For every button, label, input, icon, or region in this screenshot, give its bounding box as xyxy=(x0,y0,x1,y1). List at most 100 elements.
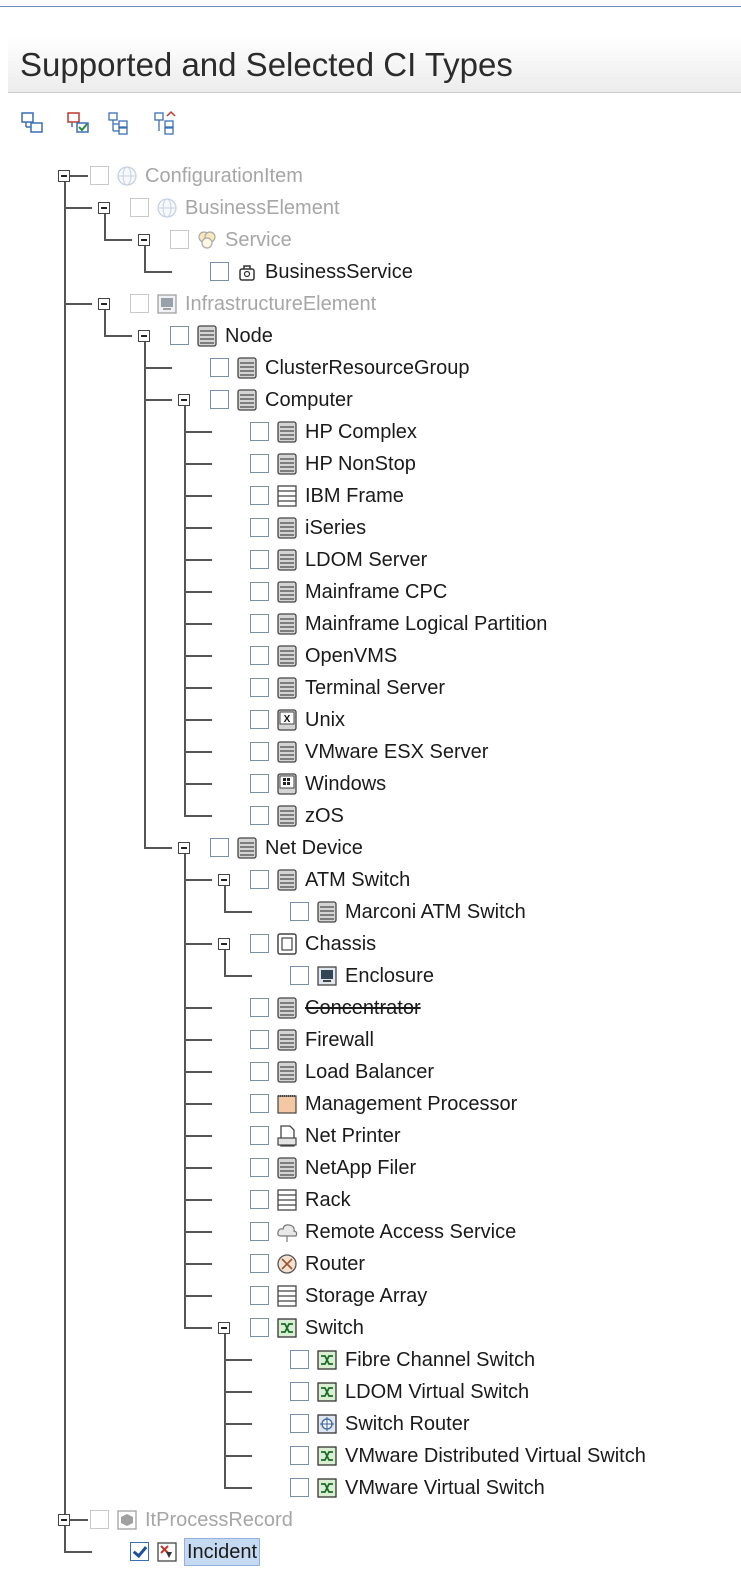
node-checkbox[interactable] xyxy=(250,774,269,793)
node-label[interactable]: Switch Router xyxy=(345,1411,470,1437)
node-label[interactable]: Windows xyxy=(305,771,386,797)
node-checkbox[interactable] xyxy=(250,1222,269,1241)
node-checkbox[interactable] xyxy=(290,1350,309,1369)
node-label[interactable]: IBM Frame xyxy=(305,483,404,509)
collapse-toggle-icon[interactable] xyxy=(98,202,110,214)
node-checkbox[interactable] xyxy=(250,934,269,953)
node-checkbox[interactable] xyxy=(290,902,309,921)
node-label[interactable]: ATM Switch xyxy=(305,867,410,893)
node-label[interactable]: Mainframe Logical Partition xyxy=(305,611,547,637)
node-checkbox[interactable] xyxy=(170,326,189,345)
node-label[interactable]: Terminal Server xyxy=(305,675,445,701)
node-checkbox[interactable] xyxy=(250,678,269,697)
node-checkbox[interactable] xyxy=(250,998,269,1017)
node-label[interactable]: InfrastructureElement xyxy=(185,291,376,317)
node-checkbox[interactable] xyxy=(290,966,309,985)
node-checkbox[interactable] xyxy=(250,742,269,761)
node-label[interactable]: HP NonStop xyxy=(305,451,416,477)
node-label[interactable]: Computer xyxy=(265,387,353,413)
node-label[interactable]: Remote Access Service xyxy=(305,1219,516,1245)
node-label[interactable]: Incident xyxy=(183,1538,261,1566)
collapse-toggle-icon[interactable] xyxy=(218,874,230,886)
node-checkbox[interactable] xyxy=(250,1158,269,1177)
node-label[interactable]: ConfigurationItem xyxy=(145,163,303,189)
node-label[interactable]: BusinessElement xyxy=(185,195,340,221)
node-label[interactable]: Enclosure xyxy=(345,963,434,989)
node-label[interactable]: iSeries xyxy=(305,515,366,541)
node-checkbox[interactable] xyxy=(210,358,229,377)
collapse-toggle-icon[interactable] xyxy=(218,938,230,950)
collapse-toggle-icon[interactable] xyxy=(178,842,190,854)
node-label[interactable]: Switch xyxy=(305,1315,364,1341)
node-checkbox[interactable] xyxy=(250,870,269,889)
node-label[interactable]: NetApp Filer xyxy=(305,1155,416,1181)
node-checkbox[interactable] xyxy=(250,646,269,665)
node-label[interactable]: Fibre Channel Switch xyxy=(345,1347,535,1373)
node-label[interactable]: ClusterResourceGroup xyxy=(265,355,470,381)
node-checkbox[interactable] xyxy=(210,838,229,857)
node-label[interactable]: Marconi ATM Switch xyxy=(345,899,526,925)
node-label[interactable]: Mainframe CPC xyxy=(305,579,447,605)
node-label[interactable]: Firewall xyxy=(305,1027,374,1053)
node-checkbox[interactable] xyxy=(130,1542,149,1561)
collapse-toggle-icon[interactable] xyxy=(58,1514,70,1526)
node-label[interactable]: Chassis xyxy=(305,931,376,957)
ci-type-tree: ConfigurationItem BusinessElement Service B… xyxy=(0,0,741,1566)
node-label[interactable]: Net Device xyxy=(265,835,363,861)
node-checkbox[interactable] xyxy=(250,518,269,537)
node-label[interactable]: zOS xyxy=(305,803,344,829)
node-label[interactable]: Concentrator xyxy=(305,995,421,1021)
collapse-toggle-icon[interactable] xyxy=(98,298,110,310)
node-label[interactable]: VMware Virtual Switch xyxy=(345,1475,545,1501)
node-checkbox[interactable] xyxy=(250,806,269,825)
node-label[interactable]: Load Balancer xyxy=(305,1059,434,1085)
node-label[interactable]: VMware ESX Server xyxy=(305,739,488,765)
node-label[interactable]: Management Processor xyxy=(305,1091,517,1117)
collapse-toggle-icon[interactable] xyxy=(178,394,190,406)
node-label[interactable]: Service xyxy=(225,227,292,253)
node-checkbox[interactable] xyxy=(250,1254,269,1273)
node-checkbox[interactable] xyxy=(250,1094,269,1113)
node-checkbox[interactable] xyxy=(250,1062,269,1081)
node-checkbox[interactable] xyxy=(250,454,269,473)
node-label[interactable]: HP Complex xyxy=(305,419,417,445)
globe-icon xyxy=(116,165,138,187)
node-checkbox[interactable] xyxy=(250,1286,269,1305)
node-label[interactable]: BusinessService xyxy=(265,259,413,285)
collapse-toggle-icon[interactable] xyxy=(138,234,150,246)
node-label[interactable]: LDOM Server xyxy=(305,547,427,573)
node-checkbox[interactable] xyxy=(250,1190,269,1209)
node-checkbox[interactable] xyxy=(250,1318,269,1337)
collapse-toggle-icon[interactable] xyxy=(218,1322,230,1334)
node-label[interactable]: Rack xyxy=(305,1187,351,1213)
node-label[interactable]: OpenVMS xyxy=(305,643,397,669)
switch-icon xyxy=(316,1381,338,1403)
node-checkbox[interactable] xyxy=(250,614,269,633)
router-icon xyxy=(276,1253,298,1275)
node-checkbox[interactable] xyxy=(250,582,269,601)
tree-node: Rack xyxy=(0,1189,741,1219)
node-checkbox[interactable] xyxy=(250,710,269,729)
node-checkbox[interactable] xyxy=(290,1478,309,1497)
node-checkbox[interactable] xyxy=(250,1126,269,1145)
node-checkbox[interactable] xyxy=(250,550,269,569)
node-label[interactable]: LDOM Virtual Switch xyxy=(345,1379,529,1405)
node-checkbox[interactable] xyxy=(290,1414,309,1433)
node-checkbox[interactable] xyxy=(210,262,229,281)
node-label[interactable]: Router xyxy=(305,1251,365,1277)
node-label[interactable]: Storage Array xyxy=(305,1283,427,1309)
node-checkbox[interactable] xyxy=(290,1446,309,1465)
node-label[interactable]: Node xyxy=(225,323,273,349)
node-checkbox[interactable] xyxy=(290,1382,309,1401)
node-checkbox[interactable] xyxy=(210,390,229,409)
node-label[interactable]: Net Printer xyxy=(305,1123,401,1149)
node-label[interactable]: ItProcessRecord xyxy=(145,1507,293,1533)
node-label[interactable]: Unix xyxy=(305,707,345,733)
collapse-toggle-icon[interactable] xyxy=(138,330,150,342)
service-icon xyxy=(196,229,218,251)
node-checkbox[interactable] xyxy=(250,486,269,505)
node-checkbox[interactable] xyxy=(250,1030,269,1049)
node-label[interactable]: VMware Distributed Virtual Switch xyxy=(345,1443,646,1469)
collapse-toggle-icon[interactable] xyxy=(58,170,70,182)
node-checkbox[interactable] xyxy=(250,422,269,441)
